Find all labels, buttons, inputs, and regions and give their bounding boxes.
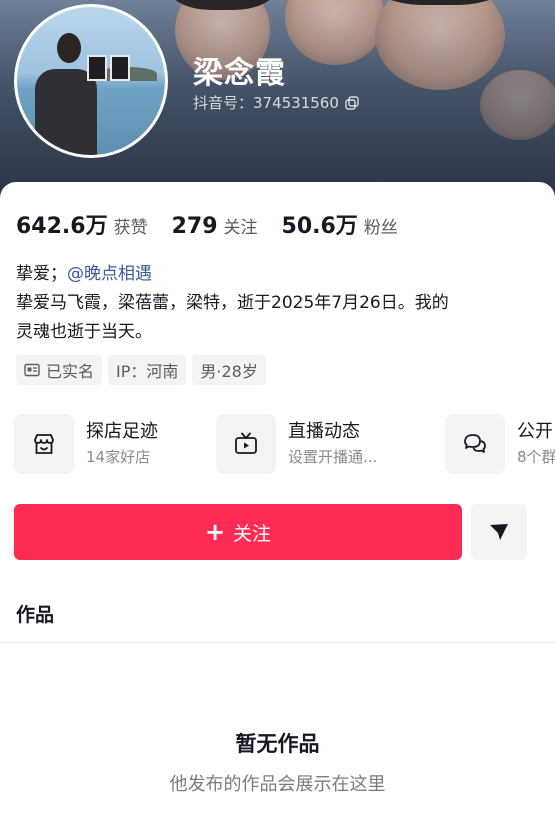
profile-name: 梁念霞 (193, 56, 286, 91)
shortcut-public-groups[interactable]: 公开 8个群 (445, 414, 555, 474)
tv-icon (235, 432, 257, 454)
share-button[interactable] (471, 504, 527, 560)
shortcut-live[interactable]: 直播动态 设置开播通... (216, 414, 377, 474)
divider (0, 642, 555, 643)
bio-mention-link[interactable]: @晚点相遇 (67, 264, 152, 284)
bio-prefix: 挚爱； (16, 264, 67, 284)
shortcut-subtitle: 8个群 (517, 448, 555, 466)
profile-card: 642.6万 获赞 279 关注 50.6万 粉丝 挚爱；@晚点相遇 挚爱马飞霞… (0, 182, 555, 816)
stats-row: 642.6万 获赞 279 关注 50.6万 粉丝 (16, 208, 422, 240)
stat-value: 279 (171, 214, 218, 239)
empty-state-title: 暂无作品 (235, 732, 320, 756)
tag-gender-age: 男·28岁 (192, 355, 266, 385)
douyin-id-text: 抖音号：374531560 (193, 94, 339, 112)
stat-value: 50.6万 (281, 214, 358, 239)
stat-value: 642.6万 (16, 214, 108, 239)
tag-verified: 已实名 (16, 355, 103, 385)
bio-line: 挚爱马飞霞，梁蓓蕾，梁特，逝于2025年7月26日。我的 (16, 293, 449, 313)
stat-followers[interactable]: 50.6万 粉丝 (282, 208, 398, 240)
chat-icon (464, 434, 486, 453)
tag-label: IP：河南 (116, 362, 179, 381)
shortcut-title: 直播动态 (288, 421, 360, 442)
tag-ip: IP：河南 (108, 355, 187, 385)
send-icon (490, 524, 508, 540)
shortcut-subtitle: 设置开播通... (288, 448, 378, 466)
store-icon (34, 434, 54, 454)
follow-button[interactable]: + 关注 (14, 504, 462, 560)
shortcuts-row: 探店足迹 14家好店 直播动态 设置开播通... 公开 8个群 (14, 414, 555, 478)
empty-state-subtitle: 他发布的作品会展示在这里 (169, 774, 386, 795)
stat-label: 粉丝 (363, 218, 398, 238)
id-card-icon (24, 363, 40, 377)
bio-line: 灵魂也逝于当天。 (16, 322, 152, 342)
tab-works[interactable]: 作品 (16, 600, 54, 627)
shortcut-title: 探店足迹 (86, 421, 158, 442)
tag-label: 已实名 (46, 362, 95, 381)
douyin-id[interactable]: 抖音号：374531560 (193, 92, 359, 113)
profile-banner: 梁念霞 抖音号：374531560 (0, 0, 555, 200)
stat-label: 获赞 (113, 218, 148, 238)
info-tags: 已实名 IP：河南 男·28岁 (16, 355, 266, 385)
shortcut-subtitle: 14家好店 (86, 448, 151, 466)
bio: 挚爱；@晚点相遇 挚爱马飞霞，梁蓓蕾，梁特，逝于2025年7月26日。我的 灵魂… (16, 260, 541, 347)
avatar[interactable] (14, 4, 168, 158)
shortcut-store-visits[interactable]: 探店足迹 14家好店 (14, 414, 158, 474)
tag-label: 男·28岁 (200, 362, 258, 381)
copy-icon[interactable] (345, 95, 359, 110)
plus-icon: + (204, 518, 226, 546)
stat-likes[interactable]: 642.6万 获赞 (16, 208, 148, 240)
stat-label: 关注 (223, 218, 258, 238)
shortcut-title: 公开 (517, 421, 553, 442)
follow-label: 关注 (233, 522, 272, 545)
stat-following[interactable]: 279 关注 (172, 213, 258, 239)
